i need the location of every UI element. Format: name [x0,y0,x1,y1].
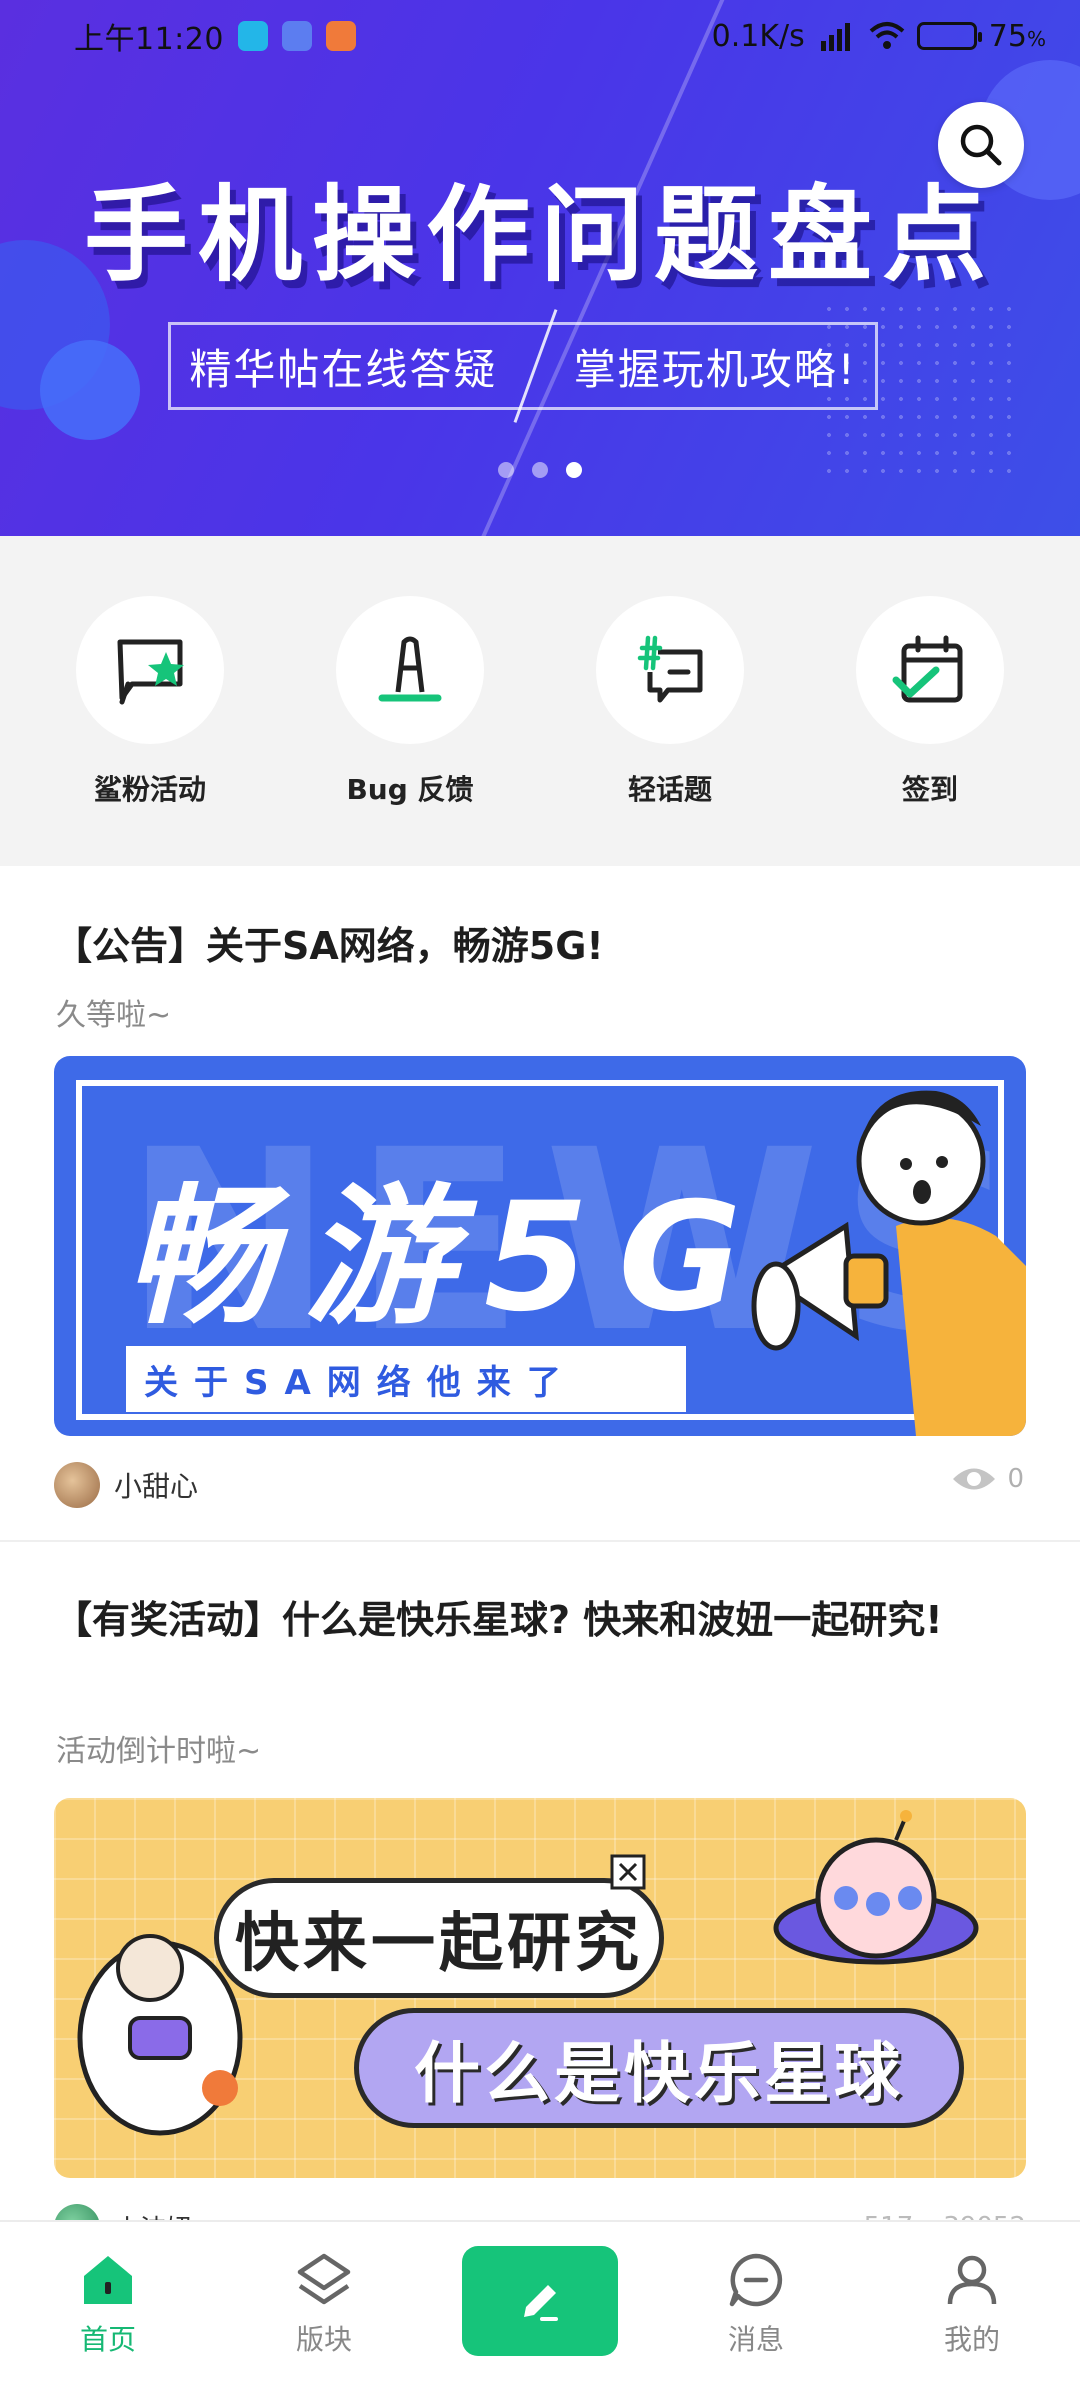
signal-icon [820,23,850,51]
post-cover-image[interactable]: 快来一起研究 什么是快乐星球 [54,1798,1026,2178]
home-icon [84,2256,132,2304]
post-card[interactable]: 【公告】关于SA网络，畅游5G! 久等啦~ NEWS 畅游5G 关于SA网络他来… [0,866,1080,1540]
nav-label: 消息 [727,2323,784,2356]
post-cover-image[interactable]: NEWS 畅游5G 关于SA网络他来了 [54,1056,1026,1436]
planet-illustration [773,1810,979,1965]
carousel-dot-active[interactable] [566,462,582,478]
battery-icon [916,22,982,50]
view-count: 0 [951,1464,1024,1494]
quick-action-label: Bug 反馈 [346,773,474,806]
nav-home[interactable]: 首页 [28,2252,188,2358]
notification-app-icon [325,21,356,51]
post-subtitle: 久等啦~ [56,998,172,1033]
banner-divider [513,309,558,423]
user-icon [947,2255,997,2305]
layers-icon [297,2253,351,2305]
quick-action-light-topic[interactable]: 轻话题 [560,596,780,866]
view-count-value: 0 [1007,1464,1024,1494]
network-speed: 0.1K/s [711,18,805,54]
compose-button[interactable] [462,2246,618,2356]
top-banner[interactable]: 上午11:20 0.1K/s 75% 手机操作问题盘点 精华帖在线答疑 掌握玩机… [0,0,1080,536]
post-subtitle: 活动倒计时啦~ [56,1734,262,1769]
calendar-check-icon [892,635,963,703]
quick-action-label: 鲨粉活动 [93,773,206,806]
cover-line-1: 快来一起研究 [214,1878,664,1998]
banner-decoration [40,340,140,440]
status-time: 上午11:20 [74,22,224,57]
flag-star-icon [117,639,184,705]
quick-action-check-in[interactable]: 签到 [820,596,1040,866]
nav-label: 版块 [295,2323,352,2356]
close-icon [610,1854,646,1890]
quick-action-label: 轻话题 [627,773,712,806]
pen-icon [524,2285,558,2321]
banner-title: 手机操作问题盘点 [83,174,996,296]
cover-headline: 畅游5G [124,1171,772,1345]
message-icon [729,2253,783,2307]
cover-strip: 关于SA网络他来了 [126,1346,686,1412]
nav-messages[interactable]: 消息 [676,2252,836,2358]
post-title[interactable]: 【有奖活动】什么是快乐星球? 快来和波妞一起研究! [54,1588,1034,1652]
nav-boards[interactable]: 版块 [244,2252,404,2358]
quick-action-bug-feedback[interactable]: Bug 反馈 [300,596,520,866]
banner-subtitle-left: 精华帖在线答疑 [189,344,498,394]
eye-icon [953,1468,996,1490]
quick-action-label: 签到 [901,773,958,806]
notification-app-icon [281,21,312,51]
nav-mine[interactable]: 我的 [892,2252,1052,2358]
nav-label: 首页 [79,2323,136,2356]
quick-action-icon-wrap [596,596,744,744]
quick-action-icon-wrap [336,596,484,744]
nav-compose[interactable] [460,2246,620,2356]
carousel-indicator [0,462,1080,478]
post-title[interactable]: 【公告】关于SA网络，畅游5G! [54,914,1034,978]
bottom-navigation: 首页 版块 消息 我的 [0,2220,1080,2400]
banner-subtitle: 精华帖在线答疑 掌握玩机攻略! [168,309,878,423]
cover-line-2: 什么是快乐星球 [354,2008,964,2128]
astronaut-illustration [77,1934,243,2136]
security-app-icon [237,21,268,51]
carousel-dot[interactable] [532,462,548,478]
wifi-icon [869,22,905,49]
hashtag-chat-icon [637,635,703,703]
nav-label: 我的 [943,2323,1000,2356]
author-name: 小甜心 [114,1470,199,1503]
status-bar: 上午11:20 0.1K/s 75% [0,0,1080,72]
quick-action-icon-wrap [76,596,224,744]
avatar[interactable] [54,1462,100,1508]
post-card[interactable]: 【有奖活动】什么是快乐星球? 快来和波妞一起研究! 活动倒计时啦~ 快来一起研究… [0,1542,1080,2242]
banner-subtitle-right: 掌握玩机攻略! [573,344,857,394]
carousel-dot[interactable] [498,462,514,478]
megaphone-character-illustration [751,1090,1026,1436]
quick-actions: 鲨粉活动 Bug 反馈 轻话题 签到 [0,536,1080,866]
post-author[interactable]: 小甜心 [54,1462,198,1508]
battery-percent: 75% [988,18,1046,54]
cone-icon [378,636,442,702]
quick-action-icon-wrap [856,596,1004,744]
quick-action-activity[interactable]: 鲨粉活动 [40,596,260,866]
